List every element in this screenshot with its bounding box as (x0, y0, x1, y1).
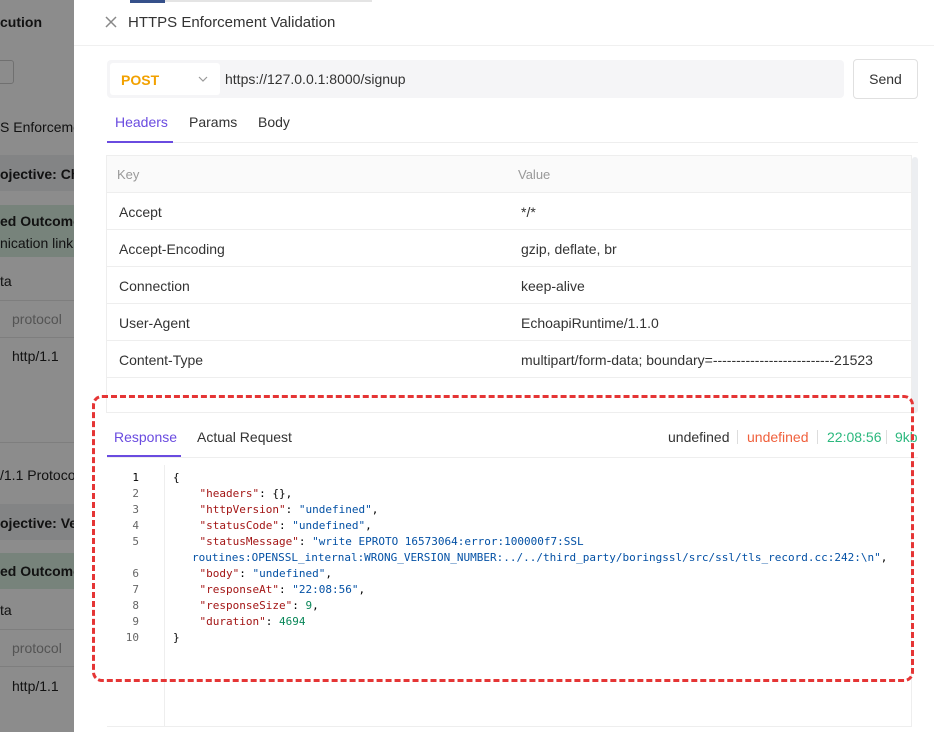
line-number: 1 (132, 471, 139, 484)
url-input[interactable]: https://127.0.0.1:8000/signup (225, 71, 406, 87)
code-line: "statusMessage": "write EPROTO 16573064:… (199, 535, 584, 548)
url-bar: POST https://127.0.0.1:8000/signup (107, 60, 844, 98)
code-line: "headers": {}, (199, 487, 293, 500)
drawer-header: HTTPS Enforcement Validation (74, 0, 934, 46)
header-value: gzip, deflate, br (521, 241, 617, 257)
table-row[interactable]: Content-Type multipart/form-data; bounda… (107, 341, 911, 378)
table-row[interactable]: Accept */* (107, 193, 911, 230)
code-line: { (173, 471, 180, 484)
line-number: 9 (132, 615, 139, 628)
tab-headers[interactable]: Headers (115, 114, 168, 130)
send-button[interactable]: Send (853, 59, 918, 99)
line-number: 10 (125, 631, 139, 644)
code-line: "httpVersion": "undefined", (199, 503, 379, 516)
header-value: */* (521, 204, 536, 220)
code-line: } (173, 631, 180, 644)
code-line: "responseSize": 9, (199, 599, 319, 612)
column-header-value: Value (518, 167, 551, 182)
table-row[interactable]: Accept-Encoding gzip, deflate, br (107, 230, 911, 267)
line-number: 6 (132, 567, 139, 580)
response-status-text: undefined (747, 429, 809, 445)
header-key: User-Agent (119, 315, 190, 331)
method-label: POST (121, 72, 160, 88)
code-line: "duration": 4694 (199, 615, 306, 628)
line-number: 7 (132, 583, 139, 596)
method-select[interactable]: POST (110, 63, 220, 95)
response-code-editor[interactable]: 1 2 3 4 5 6 7 8 9 10 { "headers": {}, "h… (107, 465, 912, 727)
request-detail-drawer: HTTPS Enforcement Validation POST https:… (74, 0, 934, 732)
header-key: Connection (119, 278, 190, 294)
header-value: multipart/form-data; boundary=----------… (521, 352, 873, 368)
headers-table: Key Value Accept */* Accept-Encoding gzi… (106, 155, 912, 413)
tab-body[interactable]: Body (258, 114, 290, 130)
line-number: 2 (132, 487, 139, 500)
table-row[interactable]: Connection keep-alive (107, 267, 911, 304)
line-number: 3 (132, 503, 139, 516)
response-tabs: Response Actual Request undefined undefi… (107, 418, 918, 458)
active-tab-indicator (107, 141, 173, 143)
code-line: "body": "undefined", (199, 567, 332, 580)
response-status: undefined (668, 429, 730, 445)
tab-params[interactable]: Params (189, 114, 237, 130)
chevron-down-icon (198, 76, 208, 82)
headers-scrollbar[interactable] (912, 157, 918, 413)
code-line: "responseAt": "22:08:56", (199, 583, 366, 596)
line-number: 8 (132, 599, 139, 612)
header-key: Content-Type (119, 352, 204, 368)
column-header-key: Key (117, 167, 140, 182)
table-row[interactable]: User-Agent EchoapiRuntime/1.1.0 (107, 304, 911, 341)
response-time: 22:08:56 (827, 429, 882, 445)
line-number: 5 (132, 535, 139, 548)
request-tabs: Headers Params Body (107, 104, 918, 143)
header-key: Accept-Encoding (119, 241, 225, 257)
tab-response[interactable]: Response (114, 429, 177, 445)
line-number: 4 (132, 519, 139, 532)
modal-backdrop[interactable] (0, 0, 74, 732)
header-key: Accept (119, 204, 162, 220)
active-tab-indicator (107, 455, 181, 457)
drawer-title: HTTPS Enforcement Validation (128, 14, 336, 31)
header-value: EchoapiRuntime/1.1.0 (521, 315, 659, 331)
close-icon[interactable] (102, 13, 120, 31)
response-size: 9kb (895, 429, 918, 445)
header-value: keep-alive (521, 278, 585, 294)
code-line: routines:OPENSSL_internal:WRONG_VERSION_… (192, 551, 888, 564)
tab-actual-request[interactable]: Actual Request (197, 429, 292, 445)
code-line: "statusCode": "undefined", (199, 519, 372, 532)
table-header-row: Key Value (107, 156, 911, 193)
